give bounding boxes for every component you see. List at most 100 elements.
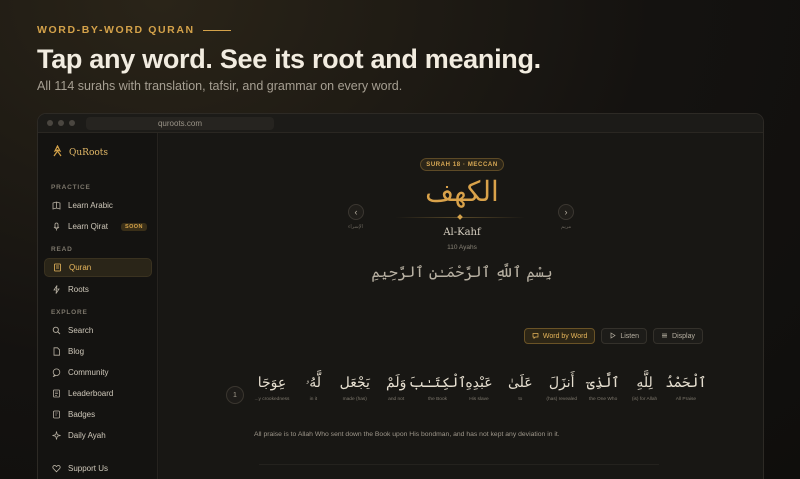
word-arabic: عَلَىٰ <box>508 375 533 391</box>
lightning-icon <box>52 285 61 294</box>
word-arabic: عِوَجَا <box>257 375 287 391</box>
window-controls <box>47 120 75 126</box>
sidebar-item-label: Blog <box>68 347 85 356</box>
chat-icon <box>52 368 61 377</box>
sidebar-item-label: Badges <box>68 410 96 419</box>
maximize-dot[interactable] <box>69 120 75 126</box>
browser-window: quroots.com QuRoots PRACTICE Learn Arabi… <box>37 113 764 479</box>
chevron-right-icon: › <box>564 207 568 217</box>
surah-transliteration: Al-Kahf <box>443 227 481 238</box>
verse-word[interactable]: عَبْدِهِ His slave <box>461 375 497 402</box>
word-by-word-label: Word by Word <box>542 332 588 340</box>
sidebar: QuRoots PRACTICE Learn Arabic Learn Qira… <box>38 133 158 479</box>
sidebar-item-learn-qirat[interactable]: Learn Qirat SOON <box>44 217 152 236</box>
sidebar-item-roots[interactable]: Roots <box>44 280 152 299</box>
logo-text: QuRoots <box>69 147 109 158</box>
display-button[interactable]: Display <box>653 328 703 344</box>
verse-word[interactable]: لِلَّهِ (is) for Allah <box>627 375 663 402</box>
word-gloss: and not <box>388 397 405 402</box>
surah-badge: SURAH 18 · MECCAN <box>420 158 504 171</box>
word-gloss: in it <box>309 397 318 402</box>
chevron-left-icon: ‹ <box>354 207 358 217</box>
word-gloss: His slave <box>469 397 489 402</box>
soon-badge: SOON <box>121 222 147 231</box>
verse-number[interactable]: 1 <box>226 386 244 404</box>
listen-label: Listen <box>620 332 640 340</box>
list-icon <box>52 389 61 398</box>
logo[interactable]: QuRoots <box>52 144 109 160</box>
word-gloss: the Book <box>428 397 448 402</box>
word-arabic: عَبْدِهِ <box>465 375 493 391</box>
word-icon <box>532 332 539 341</box>
verse-word[interactable]: عَلَىٰ to <box>502 375 538 402</box>
word-arabic: لَّهُۥ <box>305 375 322 391</box>
hero-title: Tap any word. See its root and meaning. <box>37 44 541 74</box>
sidebar-item-support-us[interactable]: Support Us <box>44 459 152 478</box>
verse-word[interactable]: ٱلَّذِىٓ the One Who <box>585 375 621 402</box>
sidebar-item-label: Support Us <box>68 464 109 473</box>
sidebar-item-label: Search <box>68 326 94 335</box>
sidebar-item-quran[interactable]: Quran <box>44 258 152 277</box>
word-gloss: (has) revealed <box>546 397 578 402</box>
word-arabic: لِلَّهِ <box>636 375 653 391</box>
sidebar-item-badges[interactable]: Badges <box>44 405 152 424</box>
book-icon <box>52 201 61 210</box>
bismillah: بِسْمِ ٱللَّهِ ٱلرَّحْمَـٰنِ ٱلرَّحِيمِ <box>371 263 553 281</box>
word-arabic: وَلَمْ <box>386 375 407 391</box>
verse-word[interactable]: ٱلْحَمْدُ All Praise <box>665 375 706 402</box>
word-arabic: يَجْعَل <box>339 375 370 391</box>
sidebar-item-learn-arabic[interactable]: Learn Arabic <box>44 196 152 215</box>
sidebar-item-label: Learn Arabic <box>68 201 113 210</box>
listen-button[interactable]: Listen <box>601 328 648 344</box>
sidebar-item-label: Roots <box>68 285 89 294</box>
word-arabic: أَنزَلَ <box>548 375 575 391</box>
logo-icon <box>52 144 63 160</box>
sidebar-item-search[interactable]: Search <box>44 321 152 340</box>
verse-word[interactable]: لَّهُۥ in it <box>295 375 331 402</box>
sidebar-item-label: Daily Ayah <box>68 431 106 440</box>
verse-translation: All praise is to Allah Who sent down the… <box>254 431 560 438</box>
section-label-read: READ <box>51 246 73 253</box>
section-label-explore: EXPLORE <box>51 309 88 316</box>
microphone-icon <box>52 222 61 231</box>
eyebrow-line <box>202 29 231 31</box>
verse-word[interactable]: ٱلْكِتَـٰبَ the Book <box>409 375 466 402</box>
play-icon <box>609 331 617 341</box>
heart-icon <box>52 464 61 473</box>
search-icon <box>52 326 61 335</box>
document-icon <box>52 347 61 356</box>
sidebar-item-community[interactable]: Community <box>44 363 152 382</box>
menu-icon <box>661 332 668 341</box>
sparkle-icon <box>52 431 61 440</box>
prev-surah-button[interactable]: ‹ <box>348 204 364 220</box>
sidebar-item-label: Learn Qirat <box>68 222 109 231</box>
quran-book-icon <box>53 263 62 272</box>
sidebar-item-label: Leaderboard <box>68 389 114 398</box>
sidebar-item-blog[interactable]: Blog <box>44 342 152 361</box>
word-gloss: the One Who <box>588 397 618 402</box>
surah-arabic-name: الكهف <box>425 175 499 208</box>
sidebar-item-label: Community <box>68 368 109 377</box>
address-bar[interactable]: quroots.com <box>86 117 274 130</box>
verse-divider <box>259 464 659 465</box>
verse-words: ٱلْحَمْدُ All Praise لِلَّهِ (is) for Allah… <box>254 375 707 402</box>
eyebrow-text: WORD-BY-WORD QURAN <box>37 24 195 36</box>
verse-word[interactable]: أَنزَلَ (has) revealed <box>544 375 580 402</box>
close-dot[interactable] <box>47 120 53 126</box>
main-content: SURAH 18 · MECCAN ‹ الإسراء › مريم الكهف… <box>159 133 763 479</box>
word-by-word-button[interactable]: Word by Word <box>523 328 596 344</box>
ayah-count: 110 Ayahs <box>447 244 477 251</box>
section-label-practice: PRACTICE <box>51 184 91 191</box>
verse-word[interactable]: عِوَجَا ...y crookedness <box>254 375 290 402</box>
reader-toolbar: Word by Word Listen Display <box>523 328 703 344</box>
word-gloss: ...y crookedness <box>254 397 290 402</box>
sidebar-item-leaderboard[interactable]: Leaderboard <box>44 384 152 403</box>
eyebrow: WORD-BY-WORD QURAN <box>37 24 777 36</box>
browser-titlebar: quroots.com <box>38 114 763 133</box>
next-surah-button[interactable]: › <box>558 204 574 220</box>
minimize-dot[interactable] <box>58 120 64 126</box>
verse-word[interactable]: يَجْعَل made (has) <box>337 375 373 402</box>
hero-subtitle: All 114 surahs with translation, tafsir,… <box>37 79 403 93</box>
sidebar-item-daily-ayah[interactable]: Daily Ayah <box>44 426 152 445</box>
badge-icon <box>52 410 61 419</box>
